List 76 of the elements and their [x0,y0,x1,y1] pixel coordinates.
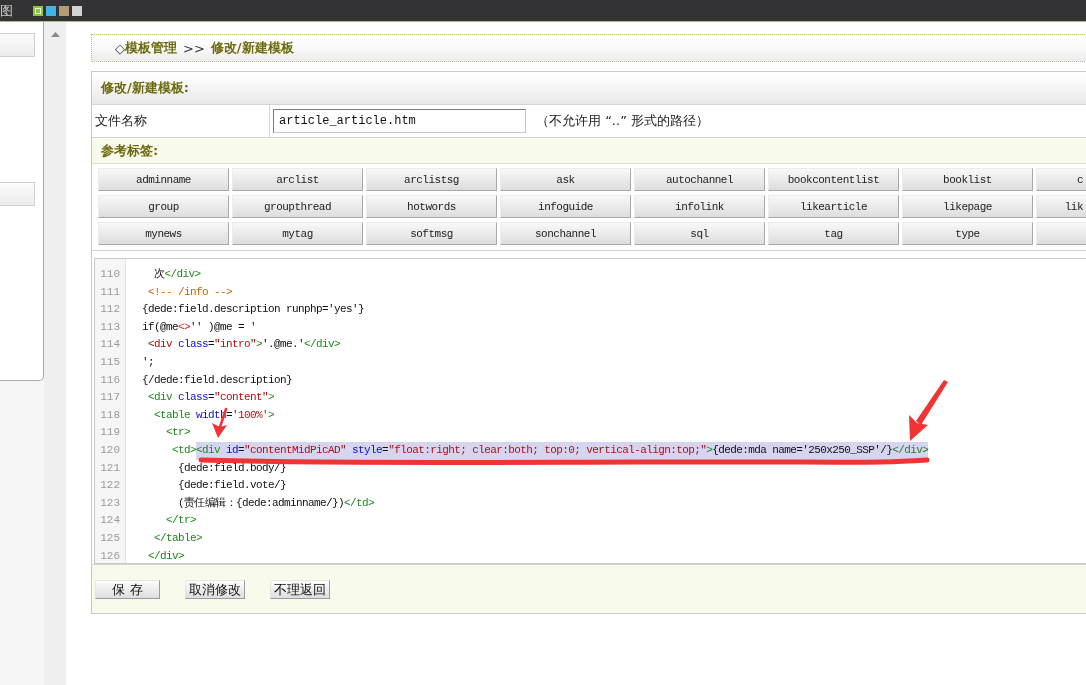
code-line: '; [141,355,154,368]
tag-button[interactable]: arclist [232,168,363,191]
tag-button[interactable]: softmsg [366,222,497,245]
theme-swatch[interactable] [46,5,56,16]
tag-button[interactable]: group [98,195,229,218]
breadcrumb-marker: ◇ [115,40,125,56]
line-number: 112 [100,303,120,316]
field-hint: （不允许用 “..” 形式的路径） [536,112,709,130]
cancel-button[interactable]: 取消修改 [185,580,245,599]
tag-button[interactable]: infolink [634,195,765,218]
return-button[interactable]: 不理返回 [270,580,330,599]
tag-button[interactable]: likearticle [768,195,899,218]
file-name-field[interactable]: article_article.htm [273,109,526,133]
form-title: 修改/新建模板: [101,79,189,97]
code-line: 次</div> [153,268,201,280]
line-number: 114 [100,338,120,351]
line-number: 122 [100,479,120,492]
tag-button[interactable]: sql [634,222,765,245]
tag-button[interactable]: lik [1036,195,1086,218]
tag-button[interactable]: sonchannel [500,222,631,245]
code-line: (责任编辑：{dede:adminname/})</td> [177,496,375,509]
save-button[interactable]: 保 存 [95,580,160,599]
code-line: if(@me<>'' )@me = ' [141,320,257,333]
code-line: <div class="intro">'.@me.'</div> [147,338,341,351]
line-number: 125 [100,531,120,544]
tag-button[interactable]: infoguide [500,195,631,218]
tag-button[interactable]: likepage [902,195,1033,218]
code-line: </div> [147,549,184,562]
line-number: 111 [100,285,120,298]
line-number: 126 [100,549,120,562]
line-number: 117 [100,391,120,404]
line-number: 118 [100,408,120,421]
breadcrumb-separator: >> [183,40,205,56]
line-number: 120 [100,443,120,456]
breadcrumb-current: 修改/新建模板 [210,39,294,57]
code-line: <!-- /info --> [147,285,233,298]
tag-button[interactable]: hotwords [366,195,497,218]
tag-button[interactable]: bookcontentlist [768,168,899,191]
tag-button[interactable]: adminname [98,168,229,191]
line-number: 115 [100,355,120,368]
breadcrumb-link[interactable]: 模板管理 [125,39,177,57]
code-line: {dede:field.description runphp='yes'} [141,303,365,316]
tag-button[interactable] [1036,222,1086,245]
tag-button[interactable]: type [902,222,1033,245]
code-line: </table> [153,531,202,544]
theme-swatch[interactable] [59,5,69,16]
tag-button[interactable]: booklist [902,168,1033,191]
theme-swatch[interactable] [72,5,82,16]
code-line: {/dede:field.description} [141,373,293,386]
line-number: 113 [100,320,120,333]
code-line: <div class="content"> [147,391,275,404]
line-number: 116 [100,373,120,386]
annotation-arrow [909,380,948,441]
section-title: 参考标签: [101,141,159,160]
code-line: {dede:field.vote/} [177,479,287,492]
tag-button[interactable]: ask [500,168,631,191]
line-number: 119 [100,426,120,439]
code-line: </tr> [165,514,196,527]
tag-button[interactable]: tag [768,222,899,245]
tag-button[interactable]: mytag [232,222,363,245]
line-number: 121 [100,461,120,474]
theme-swatch[interactable] [33,5,43,16]
line-number: 110 [100,268,120,280]
field-label: 文件名称 [95,112,147,130]
tag-button[interactable]: arclistsg [366,168,497,191]
tag-button[interactable]: c [1036,168,1086,191]
up-triangle-icon[interactable] [50,32,60,37]
line-number: 124 [100,514,120,527]
tag-button[interactable]: autochannel [634,168,765,191]
tag-button[interactable]: mynews [98,222,229,245]
code-editor[interactable] [94,258,1086,564]
code-line: {dede:field.body/} [177,461,287,474]
code-line: <tr> [165,426,190,439]
top-bar-label: 图 [0,3,13,18]
line-number: 123 [100,496,120,509]
tag-button[interactable]: groupthread [232,195,363,218]
